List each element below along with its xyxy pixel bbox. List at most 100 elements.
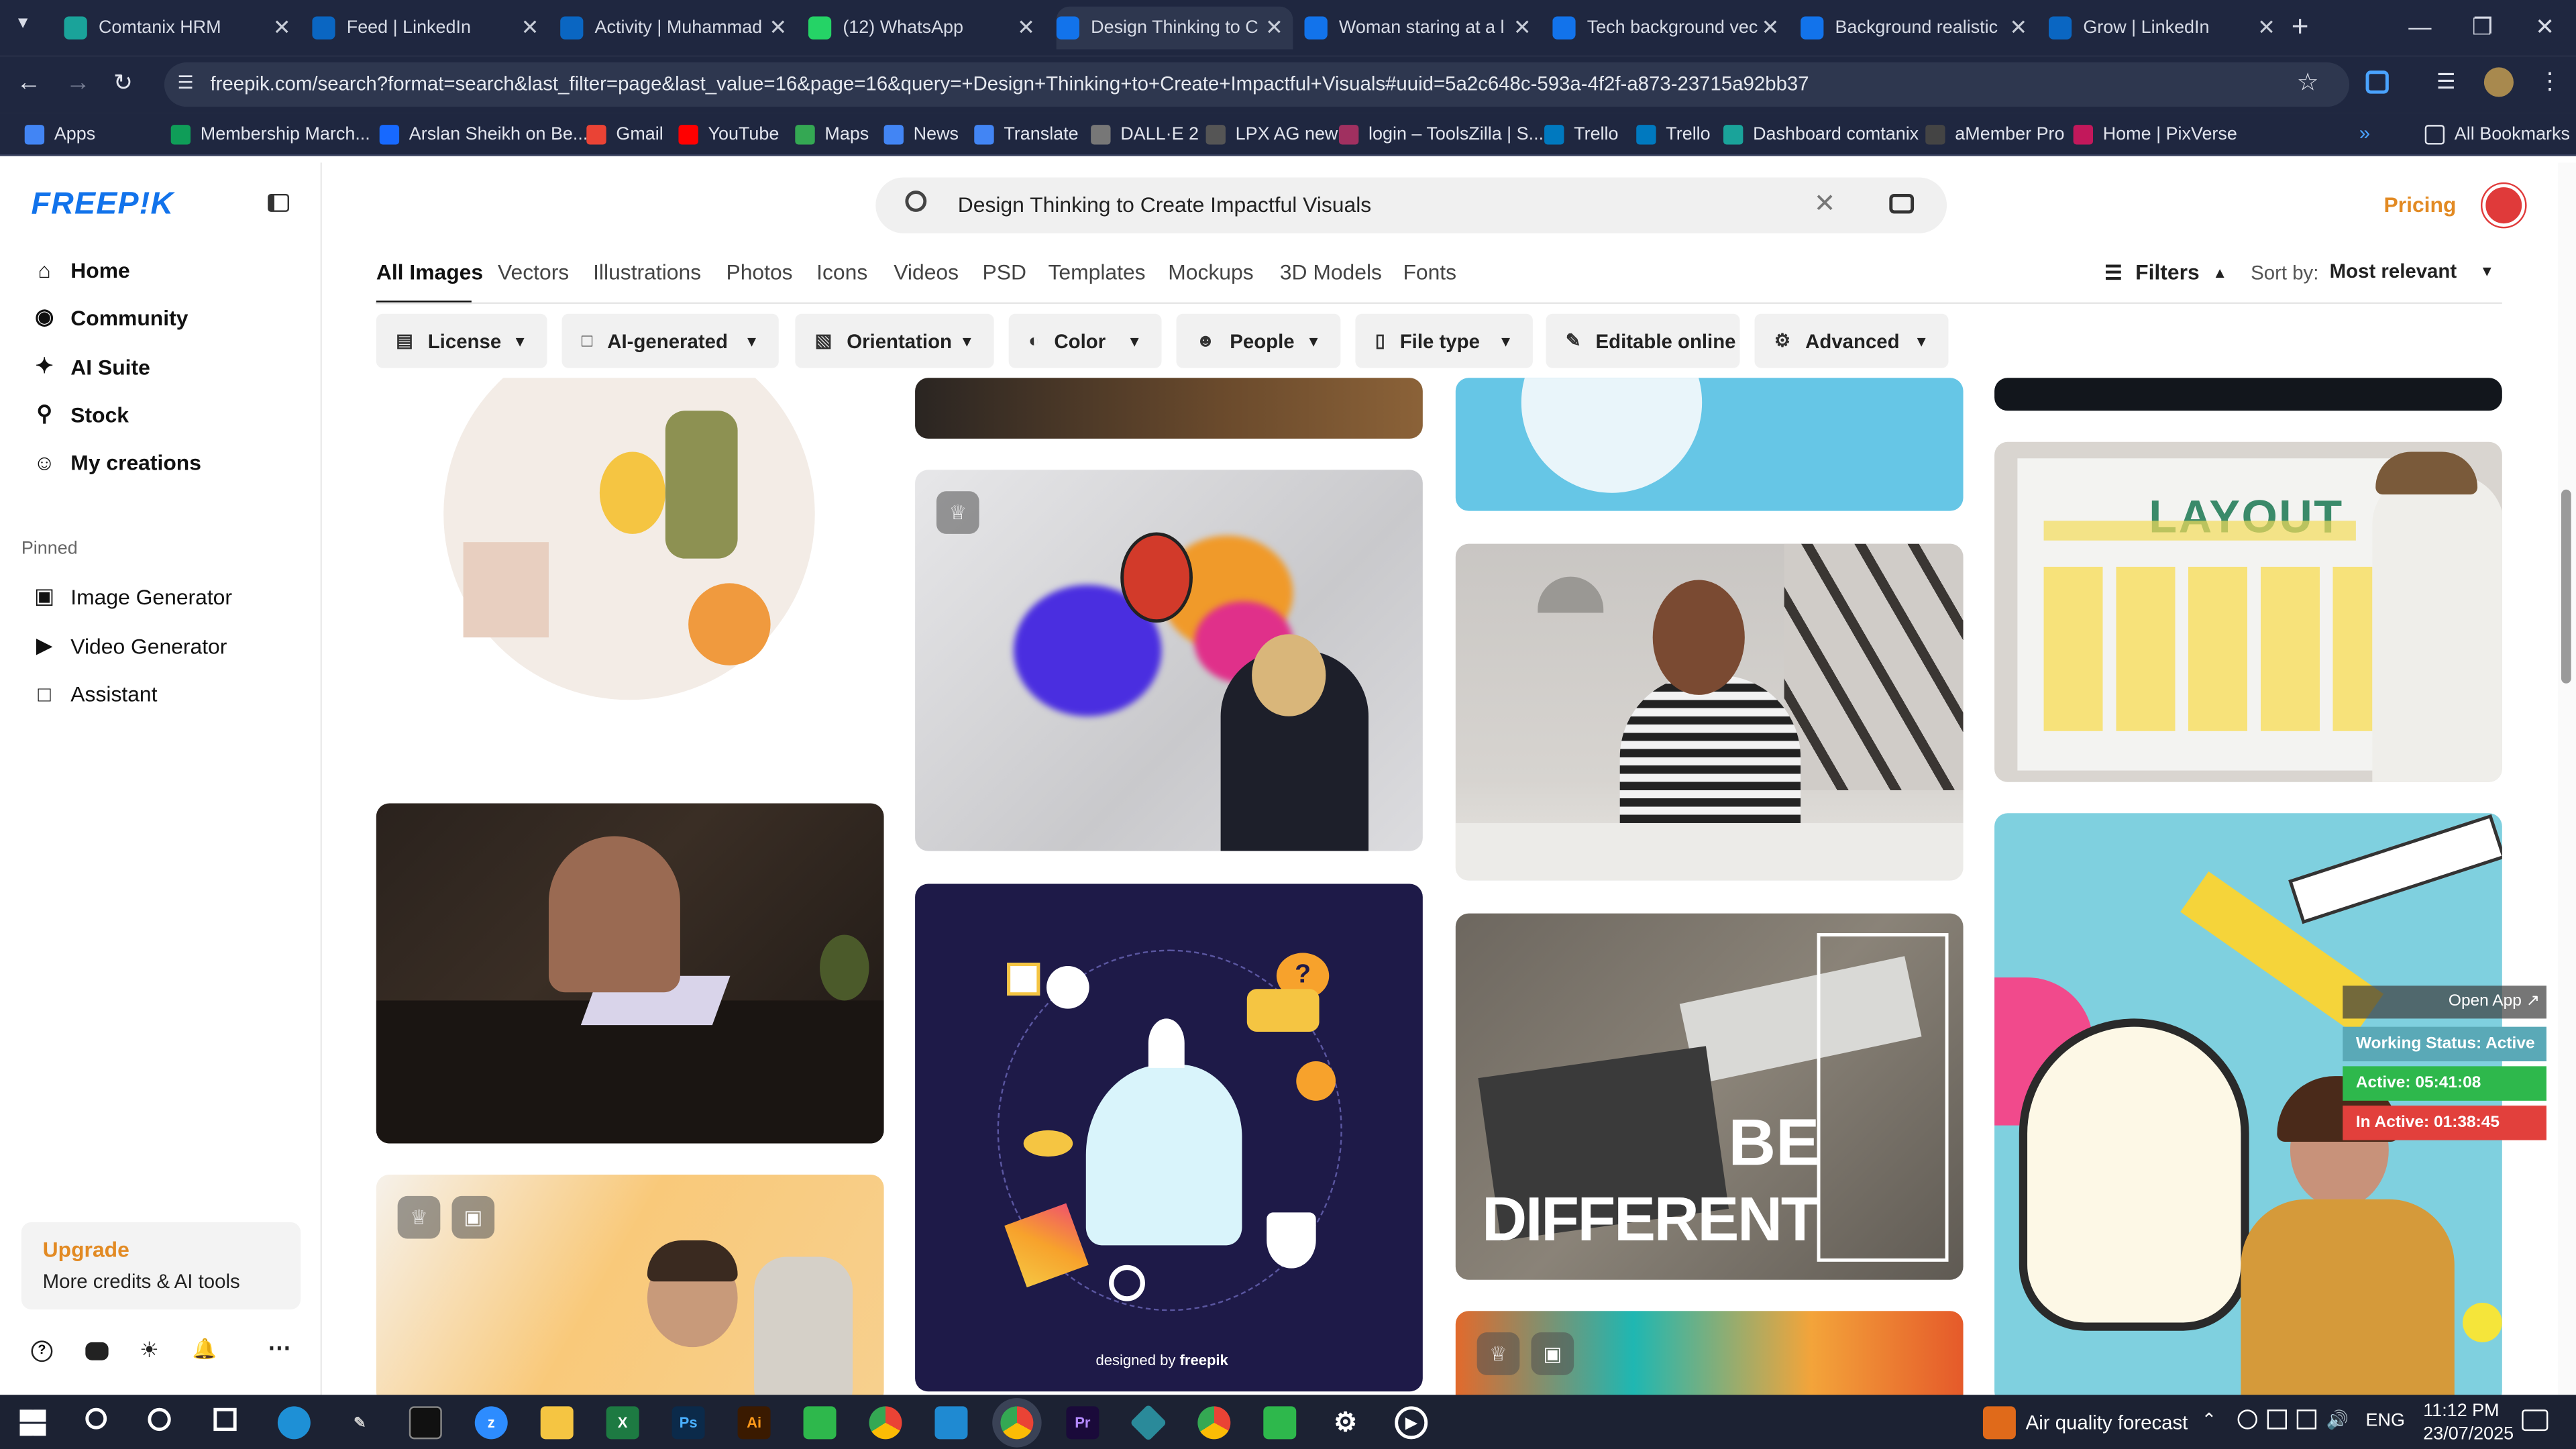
bookmark-item[interactable]: Trello — [1636, 121, 1711, 148]
bookmark-item[interactable]: Apps — [24, 121, 95, 148]
bookmark-item[interactable]: Translate — [974, 121, 1079, 148]
photoshop-icon[interactable]: Ps — [672, 1406, 705, 1440]
filter-people[interactable]: ☻ People ▼ — [1176, 313, 1341, 368]
sidebar-item-home[interactable]: ⌂ Home — [33, 252, 129, 288]
media-player-icon[interactable]: ▶ — [1395, 1406, 1428, 1440]
close-tab-icon[interactable]: ✕ — [1513, 15, 1532, 41]
weather-text[interactable]: Air quality forecast — [2026, 1411, 2188, 1434]
file-explorer-icon[interactable] — [540, 1406, 574, 1440]
pinned-item-video-generator[interactable]: ▶ Video Generator — [33, 628, 227, 664]
category-tab[interactable]: 3D Models — [1280, 260, 1382, 284]
category-tab[interactable]: Templates — [1048, 260, 1145, 284]
category-tab[interactable]: Mockups — [1168, 260, 1253, 284]
image-card-man-thinking[interactable]: ♕ ▣ — [376, 1175, 884, 1405]
terminal-icon[interactable] — [409, 1406, 442, 1440]
vscode-icon[interactable] — [934, 1406, 968, 1440]
excel-icon[interactable]: X — [606, 1406, 639, 1440]
zoom-icon[interactable]: z — [474, 1406, 508, 1440]
filter-ai-generated[interactable]: □ AI-generated ▼ — [561, 313, 779, 368]
filter-file-type[interactable]: ▯ File type ▼ — [1355, 313, 1533, 368]
category-tab[interactable]: All Images — [376, 260, 483, 284]
back-icon[interactable]: ← — [16, 69, 41, 97]
bookmark-item[interactable]: Arslan Sheikh on Be... — [379, 121, 588, 148]
filter-color[interactable]: ◐ Color ▼ — [1008, 313, 1162, 368]
bookmark-item[interactable]: LPX AG new — [1205, 121, 1338, 148]
address-bar[interactable]: freepik.com/search?format=search&last_fi… — [164, 62, 2350, 107]
category-tab[interactable]: Photos — [726, 260, 792, 284]
more-icon[interactable]: ⋯ — [268, 1334, 290, 1362]
edge-icon[interactable] — [277, 1406, 311, 1440]
notification-icon[interactable]: 🔔 — [193, 1337, 217, 1360]
search-icon[interactable] — [905, 191, 927, 212]
browser-tab[interactable]: Tech background vec ✕ — [1552, 7, 1789, 50]
camera-search-icon[interactable] — [1889, 193, 1915, 214]
browser-tab[interactable]: Comtanix HRM ✕ — [64, 7, 301, 50]
reload-icon[interactable]: ↻ — [113, 69, 133, 97]
cortana-icon[interactable] — [148, 1407, 171, 1432]
bookmark-item[interactable]: Trello — [1544, 121, 1619, 148]
notification-center-icon[interactable] — [2522, 1409, 2548, 1432]
bookmarks-overflow-icon[interactable]: » — [2359, 121, 2370, 144]
bookmark-item[interactable]: DALL·E 2 — [1091, 121, 1199, 148]
category-tab[interactable]: Illustrations — [593, 260, 701, 284]
chrome-active-icon[interactable] — [1000, 1406, 1034, 1440]
bookmark-item[interactable]: Gmail — [586, 121, 663, 148]
bookmark-item[interactable]: Membership March... — [170, 121, 370, 148]
close-tab-icon[interactable]: ✕ — [1017, 15, 1035, 41]
discord-icon[interactable] — [85, 1342, 109, 1360]
image-card-illustration-bulb[interactable] — [376, 378, 884, 773]
freepik-logo[interactable]: FREEP!K — [32, 187, 174, 223]
scrollbar-thumb[interactable] — [2561, 489, 2571, 684]
maximize-button[interactable]: ❐ — [2451, 0, 2514, 52]
pinned-item-assistant[interactable]: □ Assistant — [33, 676, 157, 712]
profile-avatar[interactable] — [2483, 67, 2514, 97]
filter-license[interactable]: ▤ License ▼ — [376, 313, 547, 368]
chrome-icon[interactable] — [869, 1406, 902, 1440]
browser-tab[interactable]: Woman staring at a l ✕ — [1304, 7, 1542, 50]
green-app-icon[interactable] — [803, 1406, 837, 1440]
close-tab-icon[interactable]: ✕ — [769, 15, 787, 41]
filter-orientation[interactable]: ▧ Orientation ▼ — [795, 313, 994, 368]
forward-icon[interactable]: → — [66, 69, 91, 97]
minimize-button[interactable]: — — [2389, 0, 2451, 52]
tray-icons[interactable]: 🔊 — [2237, 1409, 2369, 1432]
category-tab[interactable]: Icons — [816, 260, 867, 284]
all-bookmarks[interactable]: All Bookmarks — [2424, 121, 2570, 148]
clock-date[interactable]: 23/07/2025 — [2423, 1424, 2514, 1444]
image-card-woman-painting[interactable] — [376, 803, 884, 1144]
open-app-link[interactable]: Open App ↗ — [2343, 985, 2546, 1019]
help-icon[interactable]: ? — [31, 1340, 53, 1362]
category-tab[interactable]: Fonts — [1403, 260, 1456, 284]
bookmark-item[interactable]: News — [883, 121, 959, 148]
image-card-desk-top[interactable] — [915, 378, 1423, 439]
filter-editable-online[interactable]: ✎ Editable online — [1546, 313, 1740, 368]
sidebar-toggle-icon[interactable] — [268, 193, 290, 212]
search-input[interactable]: Design Thinking to Create Impactful Visu… — [958, 193, 1371, 217]
clock-time[interactable]: 11:12 PM — [2423, 1401, 2499, 1421]
image-card-paint-splash-bulb[interactable]: ♕ — [915, 470, 1423, 851]
image-card-woman-desk[interactable] — [1455, 543, 1964, 881]
browser-tab[interactable]: Grow | LinkedIn ✕ — [2048, 7, 2286, 50]
pinned-item-image-generator[interactable]: ▣ Image Generator — [33, 578, 232, 614]
pen-tool-icon[interactable]: ✎ — [343, 1406, 376, 1439]
sort-dropdown[interactable]: Most relevant ▼ — [2330, 260, 2495, 282]
image-card-head-cutout[interactable] — [1455, 378, 1964, 511]
browser-tab[interactable]: Feed | LinkedIn ✕ — [312, 7, 549, 50]
bookmark-item[interactable]: login – ToolsZilla | S... — [1338, 121, 1544, 148]
image-card-layout-board[interactable]: LAYOUT — [1994, 441, 2502, 782]
premiere-icon[interactable]: Pr — [1066, 1406, 1099, 1440]
upgrade-card[interactable] — [21, 1222, 301, 1309]
theme-icon[interactable]: ☀ — [140, 1337, 159, 1363]
illustrator-icon[interactable]: Ai — [737, 1406, 771, 1440]
scrollbar[interactable] — [2558, 162, 2576, 1395]
bookmark-item[interactable]: Home | PixVerse — [2073, 121, 2237, 148]
new-tab-button[interactable]: + — [2269, 0, 2331, 52]
browser-menu-icon[interactable]: ⋮ — [2538, 67, 2561, 95]
sidebar-item-community[interactable]: ◉ Community — [33, 299, 188, 335]
task-view-icon[interactable] — [213, 1407, 237, 1432]
sidebar-item-ai-suite[interactable]: ✦ AI Suite — [33, 348, 150, 384]
browser-tab[interactable]: Background realistic ✕ — [1801, 7, 2037, 50]
browser-tab[interactable]: Activity | Muhammad ✕ — [560, 7, 797, 50]
sidebar-item-stock[interactable]: ⚲ Stock — [33, 396, 129, 432]
bookmark-item[interactable]: aMember Pro — [1925, 121, 2065, 148]
